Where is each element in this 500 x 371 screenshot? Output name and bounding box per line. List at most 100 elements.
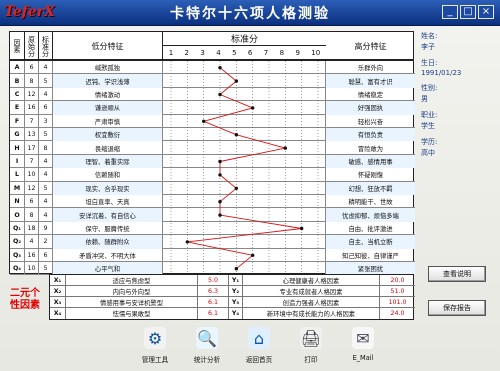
second-order-label: 二元个性因素 bbox=[10, 278, 40, 322]
toolbar-label: 打印 bbox=[304, 356, 318, 364]
standard-score-cell: 4 bbox=[39, 154, 53, 169]
tools-icon: ⚙ bbox=[144, 327, 166, 349]
raw-score-cell: 10 bbox=[25, 168, 39, 182]
scale-header: 标准分 bbox=[163, 32, 326, 46]
standard-score-header: 标准分 bbox=[39, 32, 53, 60]
toolbar-label: E_Mail bbox=[352, 354, 374, 362]
x-label: 内向与外向型 bbox=[66, 286, 198, 297]
second-order-row: X₄ 怯懦与果敢型 6.1 Y₄ 新环境中有成长能力的人格因素 24.0 bbox=[50, 308, 415, 319]
tick-label: 7 bbox=[263, 49, 269, 57]
y-value: 20.0 bbox=[390, 277, 405, 284]
profile-line-segment bbox=[219, 214, 302, 229]
close-button[interactable]: × bbox=[478, 5, 494, 19]
email-button[interactable]: ✉ E_Mail bbox=[343, 326, 383, 368]
save-report-button[interactable]: 保存报告 bbox=[428, 300, 486, 316]
profile-line-segment bbox=[219, 94, 253, 109]
raw-score-header: 原始分 bbox=[25, 32, 39, 60]
maximize-button[interactable]: □ bbox=[460, 5, 476, 19]
sex-label: 性别: bbox=[421, 84, 438, 92]
tick-label: 4 bbox=[216, 49, 221, 57]
factor-cell: G bbox=[10, 128, 25, 142]
y-label: 专业有成就者人格因素 bbox=[243, 286, 380, 297]
low-trait-cell: 信赖随和 bbox=[53, 168, 163, 182]
low-trait-cell: 情绪激动 bbox=[53, 87, 163, 102]
y-value: 101.0 bbox=[388, 299, 407, 306]
minimize-button[interactable]: _ bbox=[442, 5, 458, 19]
standard-score-cell: 6 bbox=[39, 248, 53, 262]
home-button[interactable]: ⌂ 返回首页 bbox=[239, 326, 279, 368]
factor-cell: Q₄ bbox=[10, 262, 25, 276]
low-trait-cell: 安详沉着、有自信心 bbox=[53, 208, 163, 222]
subject-info-panel: 姓名: 李子 生日: 1991/01/23 性别: 男 职业: 学生 学历: 高… bbox=[421, 31, 493, 241]
window-controls: _ □ × bbox=[442, 5, 494, 19]
x-label: 怯懦与果敢型 bbox=[66, 308, 198, 319]
analysis-icon: 🔍 bbox=[196, 327, 218, 349]
second-order-row: X₁ 适应与焦虑型 5.0 Y₁ 心理健康者人格因素 20.0 bbox=[50, 275, 415, 286]
tick-label: 8 bbox=[279, 49, 285, 57]
y-code: Y₁ bbox=[229, 275, 243, 286]
toolbar-label: 管理工具 bbox=[141, 356, 169, 364]
factor-cell: Q₁ bbox=[10, 221, 25, 236]
low-trait-cell: 权宜敷衍 bbox=[53, 128, 163, 142]
view-help-button[interactable]: 查看说明 bbox=[428, 266, 486, 282]
raw-score-cell: 16 bbox=[25, 101, 39, 115]
name-label: 姓名: bbox=[421, 32, 438, 40]
statistics-button[interactable]: 🔍 统计分析 bbox=[187, 326, 227, 368]
app-logo: TeferX bbox=[4, 4, 55, 20]
y-label: 创造力强者人格因素 bbox=[243, 297, 380, 308]
high-trait-cell: 好强固执 bbox=[326, 101, 415, 115]
standard-score-cell: 3 bbox=[39, 114, 53, 128]
tick-label: 3 bbox=[200, 49, 205, 57]
standard-score-cell: 4 bbox=[39, 168, 53, 182]
profile-line-segment bbox=[219, 174, 237, 189]
x-value: 6.1 bbox=[198, 297, 229, 308]
raw-score-cell: 7 bbox=[25, 154, 39, 169]
factor-cell: E bbox=[10, 101, 25, 115]
high-trait-cell: 冒险敢为 bbox=[357, 145, 384, 153]
raw-score-cell: 6 bbox=[25, 61, 39, 75]
raw-score-cell: 10 bbox=[25, 262, 39, 276]
low-trait-cell: 畏缩退缩 bbox=[53, 141, 163, 155]
profile-point-Q₂ bbox=[185, 240, 190, 244]
factor-header: 因素 bbox=[10, 32, 25, 60]
print-button[interactable]: 🖨 打印 bbox=[291, 326, 331, 368]
high-trait-cell: 忧虑抑郁、烦恼多端 bbox=[326, 208, 415, 222]
low-trait-cell: 谦逊顺从 bbox=[53, 101, 163, 115]
raw-score-cell: 8 bbox=[25, 208, 39, 222]
profile-point-M bbox=[234, 186, 239, 190]
profile-point-B bbox=[234, 79, 239, 83]
profile-line-segment bbox=[187, 228, 302, 243]
high-trait-cell: 自主、当机立断 bbox=[326, 235, 415, 249]
profile-point-N bbox=[218, 200, 222, 204]
profile-point-I bbox=[218, 159, 222, 164]
factor-cell: N bbox=[10, 195, 25, 209]
low-trait-cell: 坦白直率、天真 bbox=[53, 195, 163, 209]
standard-score-cell: 4 bbox=[39, 61, 53, 75]
standard-score-cell: 5 bbox=[39, 74, 53, 88]
low-trait-cell: 保守、服膺传统 bbox=[53, 221, 163, 236]
manage-tools-button[interactable]: ⚙ 管理工具 bbox=[135, 326, 175, 368]
x-label: 适应与焦虑型 bbox=[66, 275, 198, 286]
y-code: Y₃ bbox=[229, 297, 243, 308]
education-value: 高中 bbox=[421, 149, 435, 157]
raw-score-cell: 7 bbox=[25, 114, 39, 128]
second-order-label-text: 二元个性因素 bbox=[10, 288, 40, 311]
toolbar-label: 统计分析 bbox=[193, 356, 221, 364]
x-value: 6.1 bbox=[198, 308, 229, 319]
raw-score-cell: 4 bbox=[25, 235, 39, 249]
profile-line-segment bbox=[236, 134, 286, 149]
x-value: 5.0 bbox=[198, 275, 229, 286]
job-value: 学生 bbox=[421, 122, 435, 130]
factor-cell: M bbox=[10, 181, 25, 195]
high-trait-cell: 乐群外向 bbox=[357, 65, 384, 73]
raw-score-cell: 6 bbox=[25, 195, 39, 209]
standard-score-cell: 8 bbox=[39, 141, 53, 155]
name-value: 李子 bbox=[421, 43, 435, 51]
low-trait-cell: 迟钝、学识浅薄 bbox=[53, 74, 163, 88]
y-value: 24.0 bbox=[390, 310, 405, 317]
factor-cell: A bbox=[10, 61, 25, 75]
profile-point-L bbox=[218, 173, 222, 177]
low-trait-cell: 矛盾冲突、不明大体 bbox=[53, 248, 163, 262]
y-code: Y₂ bbox=[229, 286, 243, 297]
factor-cell: Q₃ bbox=[10, 248, 25, 262]
